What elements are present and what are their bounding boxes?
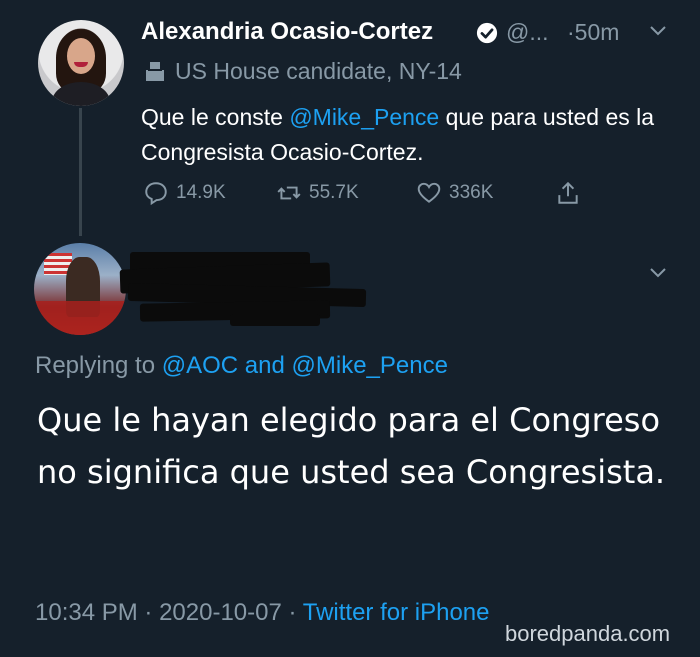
- reply-author-avatar[interactable]: [34, 243, 126, 335]
- retweet-count: 55.7K: [309, 182, 359, 203]
- verified-badge-icon: [476, 22, 498, 44]
- share-icon: [558, 181, 578, 204]
- thread-connector-line: [79, 108, 82, 236]
- tweet-source-link[interactable]: Twitter for iPhone: [303, 599, 490, 626]
- chevron-down-icon[interactable]: [650, 26, 666, 36]
- author-handle[interactable]: @...: [506, 19, 549, 46]
- reply-tweet-text: Que le hayan elegido para el Congreso no…: [37, 401, 666, 491]
- retweet-button[interactable]: 55.7K: [276, 178, 359, 208]
- ballot-box-icon: [146, 62, 164, 81]
- like-icon: [417, 182, 441, 203]
- tweet-time[interactable]: ·50m: [567, 19, 619, 46]
- redacted-handle-bar: [230, 314, 320, 326]
- mention-link[interactable]: @Mike_Pence: [289, 104, 439, 130]
- author-avatar[interactable]: [38, 20, 124, 106]
- share-button[interactable]: [555, 178, 581, 208]
- candidate-label: US House candidate, NY-14: [175, 58, 462, 84]
- retweet-icon: [277, 186, 301, 200]
- chevron-down-icon[interactable]: [650, 268, 666, 278]
- like-button[interactable]: 336K: [416, 178, 493, 208]
- watermark: boredpanda.com: [505, 621, 671, 646]
- tweet-timestamp[interactable]: 10:34 PM: [35, 599, 138, 626]
- tweet-text: Que le conste @Mike_Pence que para usted…: [141, 104, 655, 165]
- mention-link-pence[interactable]: @Mike_Pence: [292, 352, 448, 379]
- tweet-date[interactable]: 2020-10-07: [159, 599, 282, 626]
- replying-to-line: Replying to @AOC and @Mike_Pence: [35, 352, 448, 379]
- reply-button[interactable]: 14.9K: [143, 178, 226, 208]
- tweet-metadata: 10:34 PM · 2020-10-07 · Twitter for iPho…: [35, 599, 490, 626]
- mention-link-aoc[interactable]: @AOC: [162, 352, 238, 379]
- author-name[interactable]: Alexandria Ocasio-Cortez: [141, 18, 433, 46]
- reply-icon: [145, 182, 167, 206]
- like-count: 336K: [449, 182, 494, 203]
- reply-count: 14.9K: [176, 182, 226, 203]
